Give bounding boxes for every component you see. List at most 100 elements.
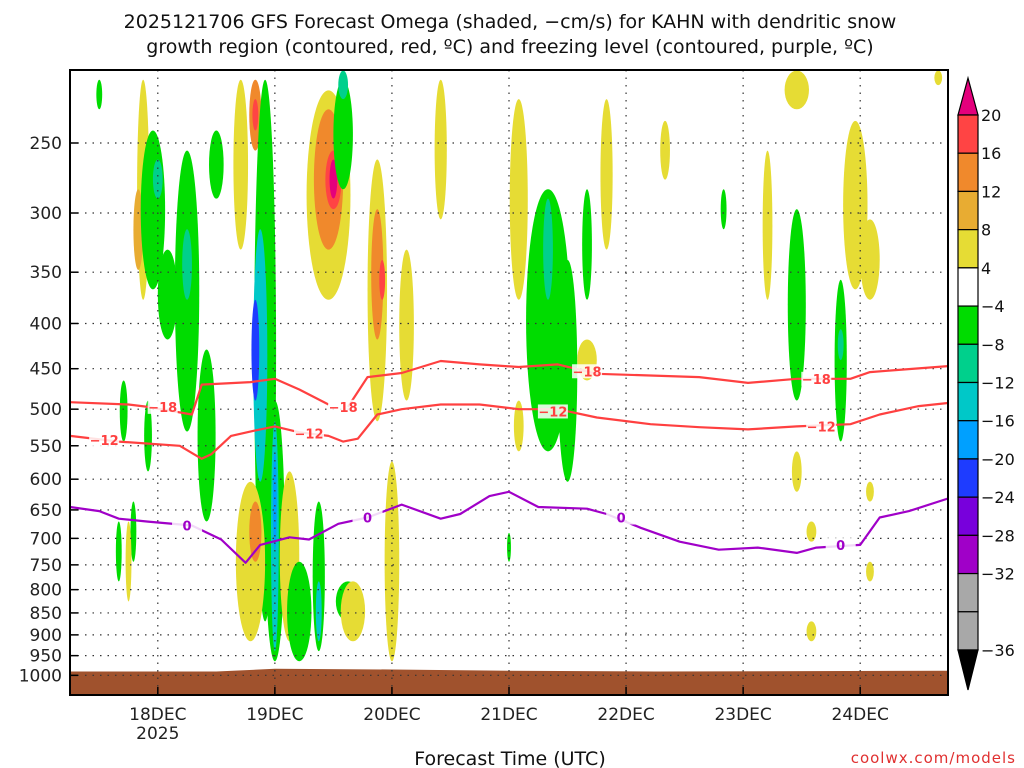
colorbar-label: −8: [981, 335, 1005, 354]
chart-title-line2: growth region (contoured, red, ºC) and f…: [146, 36, 873, 58]
colorbar-label: −4: [981, 297, 1005, 316]
colorbar-box: [957, 381, 979, 422]
y-tick-label: 600: [30, 470, 62, 490]
omega-blob: [762, 150, 773, 300]
omega-blob: [582, 189, 592, 300]
colorbar-label: −32: [981, 565, 1015, 584]
omega-blob: [860, 219, 880, 300]
colorbar-box: [957, 343, 979, 384]
y-tick-label: 300: [30, 204, 62, 224]
contour-label: −18: [802, 373, 831, 388]
y-tick-label: 800: [30, 581, 62, 601]
x-tick-label: 23DEC: [714, 705, 771, 725]
y-tick-label: 250: [30, 134, 62, 154]
contour-label: −18: [573, 365, 602, 380]
omega-blob: [287, 561, 312, 662]
contour-label: 0: [836, 539, 845, 554]
x-tick-label: 19DEC: [246, 705, 303, 725]
y-tick-label: 650: [30, 501, 62, 521]
y-tick-label: 450: [30, 360, 62, 380]
y-tick-label: 700: [30, 529, 62, 549]
omega-blob: [509, 99, 528, 300]
omega-blob: [252, 99, 259, 131]
omega-blob: [543, 198, 553, 300]
colorbar-box: [957, 458, 979, 498]
x-tick-sublabel: 2025: [136, 724, 179, 744]
contour-label: −12: [807, 420, 836, 435]
x-tick-label: 21DEC: [480, 705, 537, 725]
omega-blob: [340, 581, 366, 642]
y-tick-label: 550: [30, 437, 62, 457]
omega-blob: [338, 70, 349, 100]
omega-blob: [434, 79, 447, 220]
omega-blob: [784, 70, 809, 110]
x-tick-label: 18DEC: [129, 705, 186, 725]
colorbar-box: [957, 611, 979, 651]
chart-title-line1: 2025121706 GFS Forecast Omega (shaded, −…: [124, 11, 897, 33]
omega-time-height-chart: 2025121706 GFS Forecast Omega (shaded, −…: [19, 11, 1016, 768]
omega-blob: [660, 120, 670, 180]
omega-blob: [720, 189, 727, 230]
colorbar-box: [957, 152, 979, 193]
omega-blob: [251, 299, 260, 401]
colorbar-box: [957, 534, 979, 575]
contour-label: −12: [90, 434, 119, 449]
omega-blob: [315, 581, 322, 642]
y-tick-label: 750: [30, 556, 62, 576]
contour-line--18: [347, 359, 948, 408]
colorbar-label: 20: [981, 106, 1001, 125]
x-tick-label: 22DEC: [597, 705, 654, 725]
omega-blob: [115, 521, 122, 582]
contour-label: −12: [538, 405, 567, 420]
omega-blob: [507, 532, 511, 562]
colorbar-box: [957, 229, 979, 269]
y-tick-label: 400: [30, 314, 62, 334]
omega-blob: [806, 521, 817, 542]
colorbar-label: −24: [981, 488, 1015, 507]
omega-blob: [600, 99, 613, 250]
colorbar-box: [957, 190, 979, 231]
colorbar-box: [957, 572, 979, 613]
colorbar: 20 16 12 8 4 −4 −8 −12 −16 −20 −24 −28 −32 −36: [957, 75, 1015, 691]
colorbar-box: [957, 114, 979, 154]
colorbar-box: [957, 496, 979, 536]
colorbar-label: −12: [981, 374, 1015, 393]
colorbar-label: −28: [981, 526, 1015, 545]
x-tick-label: 20DEC: [363, 705, 420, 725]
omega-blob: [233, 79, 249, 250]
omega-blob: [209, 130, 224, 199]
x-tick-label: 24DEC: [832, 705, 889, 725]
colorbar-box: [957, 420, 979, 460]
colorbar-label: −36: [981, 641, 1015, 660]
omega-blob: [197, 349, 216, 522]
contour-label: −18: [148, 401, 177, 416]
colorbar-label: 12: [981, 182, 1001, 201]
colorbar-label: 8: [981, 221, 991, 240]
contour-label: 0: [183, 520, 192, 535]
y-tick-label: 350: [30, 263, 62, 283]
y-tick-label: 900: [30, 626, 62, 646]
omega-blob: [837, 329, 844, 361]
contour-label: −18: [329, 401, 358, 416]
omega-blob: [249, 501, 262, 562]
omega-blob: [834, 279, 847, 442]
y-tick-label: 850: [30, 604, 62, 624]
omega-blob: [96, 79, 103, 110]
omega-blob: [157, 249, 178, 340]
contour-label: −12: [295, 428, 324, 443]
colorbar-lower-triangle: [957, 649, 979, 691]
omega-blob: [119, 380, 128, 442]
contour-label: 0: [617, 512, 626, 527]
contour-label: 0: [363, 512, 372, 527]
omega-blob: [182, 229, 192, 300]
credit-text: coolwx.com/models: [851, 749, 1016, 767]
x-axis-label: Forecast Time (UTC): [414, 748, 605, 768]
colorbar-label: 16: [981, 144, 1001, 163]
omega-blob: [791, 451, 802, 492]
colorbar-box: [957, 267, 979, 307]
y-tick-label: 500: [30, 400, 62, 420]
omega-blob: [866, 481, 874, 502]
omega-blob: [152, 159, 163, 199]
colorbar-label: −16: [981, 412, 1015, 431]
omega-blob: [235, 481, 266, 642]
